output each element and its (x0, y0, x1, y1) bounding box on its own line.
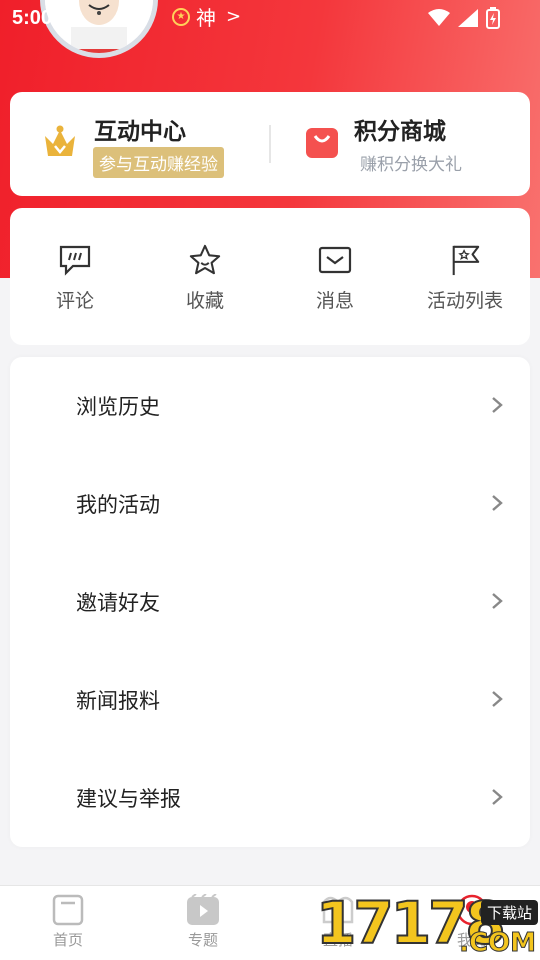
shopping-bag-icon (306, 128, 338, 158)
chevron-right-icon (492, 593, 503, 609)
action-messages[interactable]: 消息 (270, 244, 400, 324)
menu-item-label: 浏览历史 (76, 395, 160, 419)
tab-live[interactable]: 直播 (278, 894, 398, 950)
level-label: 神 (196, 6, 216, 30)
action-label: 活动列表 (426, 290, 503, 312)
bottom-tab-bar: 首页 专题 直播 我的 (0, 885, 540, 960)
video-icon (187, 894, 219, 925)
menu-item-label: 我的活动 (76, 493, 160, 517)
user-level[interactable]: ★ 神 > (172, 2, 241, 31)
tab-home[interactable]: 首页 (8, 894, 128, 950)
action-label: 收藏 (185, 290, 224, 312)
points-mall-subtitle: 赚积分换大礼 (360, 155, 462, 175)
chevron-right-icon (492, 789, 503, 805)
menu-item-invite-friends[interactable]: 邀请好友 (10, 553, 530, 651)
menu-item-label: 建议与举报 (76, 787, 181, 811)
menu-item-label: 邀请好友 (76, 591, 160, 615)
menu-item-my-activities[interactable]: 我的活动 (10, 455, 530, 553)
interaction-center-entry[interactable]: 互动中心 参与互动赚经验 (10, 92, 270, 196)
crown-icon (45, 125, 75, 156)
interaction-center-title: 互动中心 (94, 119, 186, 145)
menu-item-news-tips[interactable]: 新闻报料 (10, 651, 530, 749)
interaction-center-badge: 参与互动赚经验 (93, 147, 224, 178)
action-activity-list[interactable]: 活动列表 (400, 244, 530, 324)
menu-item-label: 新闻报料 (76, 689, 160, 713)
action-label: 消息 (315, 290, 354, 312)
points-mall-title: 积分商城 (354, 119, 446, 145)
chevron-right-icon (492, 691, 503, 707)
tab-label: 首页 (52, 931, 83, 949)
live-icon (322, 896, 354, 924)
status-time: 5:00 (12, 7, 53, 29)
status-icons (428, 7, 500, 29)
feature-card: 互动中心 参与互动赚经验 积分商城 赚积分换大礼 (10, 92, 530, 196)
action-label: 评论 (55, 290, 94, 312)
menu-list: 浏览历史 我的活动 邀请好友 新闻报料 建议与举报 (10, 357, 530, 847)
profile-icon (456, 894, 488, 926)
status-bar: 5:00 (0, 0, 540, 36)
menu-item-feedback-report[interactable]: 建议与举报 (10, 749, 530, 847)
level-star-icon: ★ (172, 7, 190, 26)
quick-actions: 评论 收藏 消息 活动列表 (10, 208, 530, 345)
comment-icon (59, 245, 91, 276)
action-comment[interactable]: 评论 (10, 244, 140, 324)
tab-label: 专题 (187, 931, 218, 949)
tab-topics[interactable]: 专题 (143, 894, 263, 950)
tab-label: 我的 (456, 931, 487, 949)
signal-icon (458, 9, 478, 27)
flag-icon (452, 245, 480, 276)
star-icon (189, 244, 221, 275)
chevron-right-icon (492, 495, 503, 511)
battery-icon (486, 7, 500, 29)
wifi-icon (428, 9, 450, 26)
chevron-right-icon: > (226, 6, 242, 27)
tab-label: 直播 (322, 931, 353, 949)
menu-item-history[interactable]: 浏览历史 (10, 357, 530, 455)
chevron-right-icon (492, 397, 503, 413)
action-favorite[interactable]: 收藏 (140, 244, 270, 324)
tab-mine[interactable]: 我的 (412, 894, 532, 950)
home-icon (52, 894, 84, 926)
mail-icon (318, 246, 352, 274)
